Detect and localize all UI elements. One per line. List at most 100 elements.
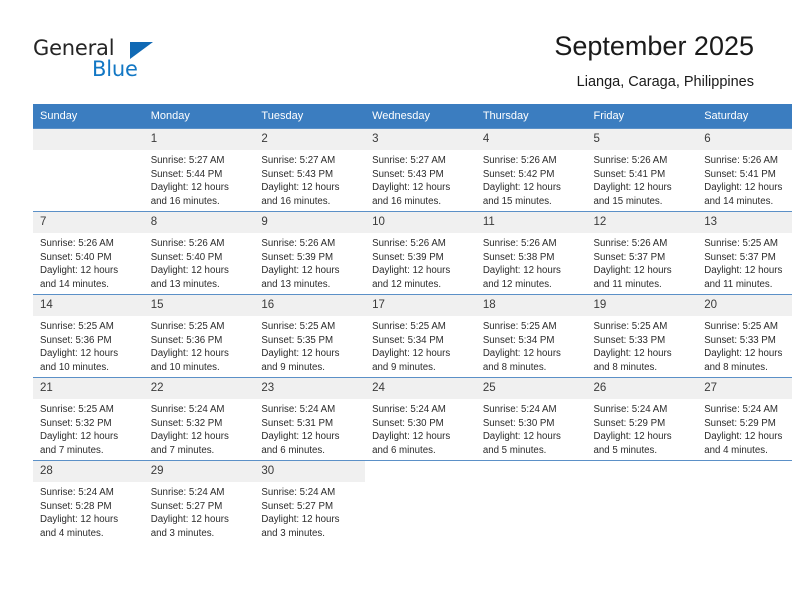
calendar-day-cell[interactable]: 24 Sunrise: 5:24 AM Sunset: 5:30 PM Dayligh… — [365, 377, 476, 461]
sunset-text: Sunset: 5:35 PM — [261, 334, 334, 346]
calendar-day-cell[interactable]: 10 Sunrise: 5:26 AM Sunset: 5:39 PM Dayligh… — [365, 211, 476, 295]
daylight-text-line2: and 15 minutes. — [482, 195, 552, 207]
calendar-day-cell[interactable]: 7 Sunrise: 5:26 AM Sunset: 5:40 PM Daylight… — [33, 211, 144, 295]
calendar-day-cell[interactable]: 5 Sunrise: 5:26 AM Sunset: 5:41 PM Daylight… — [586, 128, 698, 212]
daylight-text-line1: Daylight: 12 hours — [372, 265, 451, 277]
calendar-day-cell[interactable]: 16 Sunrise: 5:25 AM Sunset: 5:35 PM Dayligh… — [254, 294, 366, 378]
sunset-text: Sunset: 5:37 PM — [704, 251, 776, 263]
calendar-day-cell[interactable]: 15 Sunrise: 5:25 AM Sunset: 5:36 PM Dayligh… — [143, 294, 255, 378]
calendar-day-cell[interactable]: 13 Sunrise: 5:25 AM Sunset: 5:37 PM Dayligh… — [697, 211, 792, 295]
calendar-day-cell[interactable]: 25 Sunrise: 5:24 AM Sunset: 5:30 PM Dayligh… — [475, 377, 587, 461]
sunset-text: Sunset: 5:32 PM — [150, 417, 223, 429]
daylight-text-line1: Daylight: 12 hours — [593, 348, 672, 360]
calendar-day-cell-empty — [365, 460, 476, 543]
sunrise-text: Sunrise: 5:25 AM — [40, 321, 114, 332]
calendar-day-cell[interactable]: 11 Sunrise: 5:26 AM Sunset: 5:38 PM Dayligh… — [475, 211, 587, 295]
calendar-day-cell[interactable]: 21 Sunrise: 5:25 AM Sunset: 5:32 PM Dayligh… — [33, 377, 144, 461]
daylight-text-line1: Daylight: 12 hours — [593, 182, 672, 194]
daylight-text-line1: Daylight: 12 hours — [40, 348, 119, 360]
calendar-day-cell[interactable]: 9 Sunrise: 5:26 AM Sunset: 5:39 PM Daylight… — [254, 211, 366, 295]
daylight-text-line1: Daylight: 12 hours — [40, 431, 119, 443]
day-number: 26 — [586, 378, 698, 399]
day-sun-info: Sunrise: 5:25 AM Sunset: 5:37 PM Daylight:… — [697, 233, 792, 291]
calendar-day-cell[interactable]: 8 Sunrise: 5:26 AM Sunset: 5:40 PM Daylight… — [143, 211, 255, 295]
day-number: 15 — [143, 295, 255, 316]
daylight-text-line1: Daylight: 12 hours — [372, 348, 451, 360]
day-sun-info: Sunrise: 5:25 AM Sunset: 5:35 PM Daylight:… — [254, 316, 365, 374]
weekday-header-saturday: Saturday — [697, 104, 792, 129]
calendar-table: Sunday Monday Tuesday Wednesday Thursday… — [33, 104, 792, 543]
day-sun-info: Sunrise: 5:25 AM Sunset: 5:32 PM Daylight:… — [33, 399, 144, 457]
calendar-day-cell[interactable]: 27 Sunrise: 5:24 AM Sunset: 5:29 PM Dayligh… — [697, 377, 792, 461]
calendar-day-cell[interactable]: 28 Sunrise: 5:24 AM Sunset: 5:28 PM Dayligh… — [33, 460, 144, 543]
day-number: 28 — [33, 461, 144, 482]
day-number: 13 — [697, 212, 792, 233]
day-number: 25 — [475, 378, 587, 399]
sunset-text: Sunset: 5:33 PM — [704, 334, 776, 346]
daylight-text-line1: Daylight: 12 hours — [150, 265, 229, 277]
sunrise-text: Sunrise: 5:25 AM — [40, 404, 114, 415]
sunset-text: Sunset: 5:42 PM — [482, 168, 555, 180]
calendar-day-cell[interactable]: 22 Sunrise: 5:24 AM Sunset: 5:32 PM Dayligh… — [143, 377, 255, 461]
daylight-text-line1: Daylight: 12 hours — [482, 348, 561, 360]
calendar-week-row: 1 Sunrise: 5:27 AM Sunset: 5:44 PM Daylight… — [33, 128, 792, 212]
day-sun-info: Sunrise: 5:25 AM Sunset: 5:34 PM Daylight:… — [365, 316, 476, 374]
day-number: 18 — [475, 295, 587, 316]
day-sun-info: Sunrise: 5:24 AM Sunset: 5:32 PM Daylight:… — [144, 399, 255, 457]
daylight-text-line2: and 11 minutes. — [593, 278, 662, 290]
sunset-text: Sunset: 5:44 PM — [150, 168, 223, 180]
daylight-text-line1: Daylight: 12 hours — [593, 431, 672, 443]
sunset-text: Sunset: 5:41 PM — [593, 168, 666, 180]
calendar-day-cell[interactable]: 6 Sunrise: 5:26 AM Sunset: 5:41 PM Daylight… — [697, 128, 792, 212]
calendar-day-cell[interactable]: 17 Sunrise: 5:25 AM Sunset: 5:34 PM Dayligh… — [365, 294, 476, 378]
logo-text-blue: Blue — [92, 57, 138, 81]
sunrise-text: Sunrise: 5:27 AM — [150, 155, 225, 166]
calendar-day-cell[interactable]: 12 Sunrise: 5:26 AM Sunset: 5:37 PM Dayligh… — [586, 211, 698, 295]
weekday-header-monday: Monday — [143, 104, 255, 129]
daylight-text-line2: and 8 minutes. — [482, 361, 547, 373]
day-number: 14 — [33, 295, 144, 316]
day-sun-info: Sunrise: 5:24 AM Sunset: 5:27 PM Daylight:… — [254, 482, 365, 540]
title-block: September 2025 Lianga, Caraga, Philippin… — [554, 30, 754, 92]
daylight-text-line1: Daylight: 12 hours — [40, 265, 119, 277]
day-sun-info: Sunrise: 5:26 AM Sunset: 5:42 PM Daylight:… — [476, 150, 587, 208]
sunrise-text: Sunrise: 5:26 AM — [704, 155, 778, 166]
daylight-text-line2: and 8 minutes. — [704, 361, 768, 373]
sunrise-text: Sunrise: 5:24 AM — [40, 487, 114, 498]
daylight-text-line1: Daylight: 12 hours — [704, 348, 783, 360]
daylight-text-line1: Daylight: 12 hours — [704, 182, 783, 194]
day-number: 6 — [697, 129, 792, 150]
calendar-day-cell[interactable]: 3 Sunrise: 5:27 AM Sunset: 5:43 PM Daylight… — [365, 128, 476, 212]
calendar-day-cell[interactable]: 20 Sunrise: 5:25 AM Sunset: 5:33 PM Dayligh… — [697, 294, 792, 378]
sunset-text: Sunset: 5:30 PM — [372, 417, 444, 429]
day-sun-info: Sunrise: 5:25 AM Sunset: 5:36 PM Daylight:… — [33, 316, 144, 374]
daylight-text-line2: and 3 minutes. — [150, 527, 215, 539]
sunset-text: Sunset: 5:29 PM — [593, 417, 666, 429]
sunrise-text: Sunrise: 5:27 AM — [372, 155, 446, 166]
calendar-day-cell[interactable]: 4 Sunrise: 5:26 AM Sunset: 5:42 PM Daylight… — [475, 128, 587, 212]
generalblue-logo[interactable]: General Blue — [33, 36, 233, 84]
sunrise-text: Sunrise: 5:26 AM — [40, 238, 114, 249]
calendar-day-cell[interactable]: 30 Sunrise: 5:24 AM Sunset: 5:27 PM Dayligh… — [254, 460, 366, 543]
calendar-day-cell[interactable]: 19 Sunrise: 5:25 AM Sunset: 5:33 PM Dayligh… — [586, 294, 698, 378]
daylight-text-line1: Daylight: 12 hours — [40, 514, 119, 526]
daylight-text-line2: and 6 minutes. — [261, 444, 325, 456]
calendar-day-cell[interactable]: 18 Sunrise: 5:25 AM Sunset: 5:34 PM Dayligh… — [475, 294, 587, 378]
calendar-day-cell[interactable]: 26 Sunrise: 5:24 AM Sunset: 5:29 PM Dayligh… — [586, 377, 698, 461]
calendar-day-cell[interactable]: 2 Sunrise: 5:27 AM Sunset: 5:43 PM Daylight… — [254, 128, 366, 212]
calendar-day-cell[interactable]: 1 Sunrise: 5:27 AM Sunset: 5:44 PM Daylight… — [143, 128, 255, 212]
day-sun-info: Sunrise: 5:26 AM Sunset: 5:41 PM Daylight:… — [697, 150, 792, 208]
daylight-text-line2: and 10 minutes. — [150, 361, 220, 373]
calendar-day-cell-empty — [586, 460, 698, 543]
calendar-day-cell[interactable]: 23 Sunrise: 5:24 AM Sunset: 5:31 PM Dayligh… — [254, 377, 366, 461]
daylight-text-line1: Daylight: 12 hours — [482, 182, 561, 194]
sunrise-text: Sunrise: 5:24 AM — [150, 404, 225, 415]
daylight-text-line1: Daylight: 12 hours — [482, 265, 561, 277]
calendar-day-cell[interactable]: 29 Sunrise: 5:24 AM Sunset: 5:27 PM Dayligh… — [143, 460, 255, 543]
weekday-header-thursday: Thursday — [475, 104, 587, 129]
daylight-text-line2: and 12 minutes. — [372, 278, 442, 290]
page-header: General Blue September 2025 Lianga, Cara… — [0, 0, 792, 102]
day-sun-info: Sunrise: 5:27 AM Sunset: 5:43 PM Daylight:… — [254, 150, 365, 208]
day-sun-info: Sunrise: 5:24 AM Sunset: 5:28 PM Daylight:… — [33, 482, 144, 540]
calendar-day-cell[interactable]: 14 Sunrise: 5:25 AM Sunset: 5:36 PM Dayligh… — [33, 294, 144, 378]
